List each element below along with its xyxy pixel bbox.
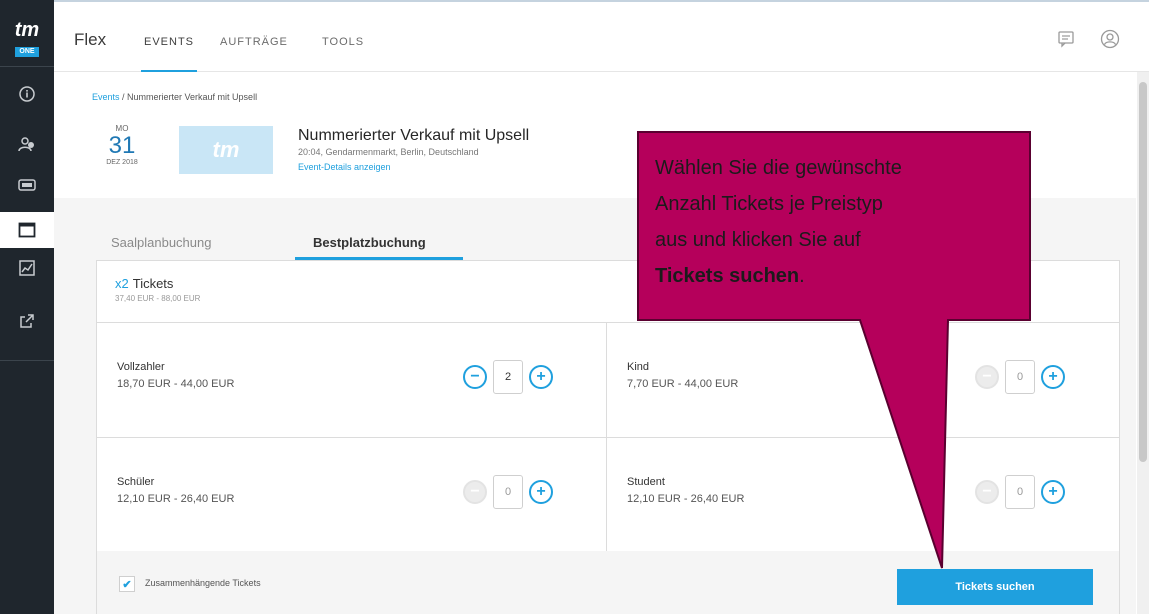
ticket-count-label: Tickets [132, 276, 174, 291]
quantity-field[interactable]: 0 [1005, 475, 1035, 509]
event-location: 20:04, Gendarmenmarkt, Berlin, Deutschla… [298, 147, 479, 157]
tab-bestplatzbuchung[interactable]: Bestplatzbuchung [313, 235, 426, 250]
ticket-selection-panel: x2 Tickets 37,40 EUR - 88,00 EUR Vollzahl… [96, 260, 1120, 614]
user-menu-button[interactable] [1099, 28, 1121, 50]
tab-auftraege[interactable]: AUFTRÄGE [220, 36, 288, 48]
search-tickets-button[interactable]: Tickets suchen [897, 569, 1093, 605]
logo-text: tm [14, 19, 40, 41]
sidebar-item-external[interactable] [0, 303, 54, 339]
increment-button[interactable]: + [529, 365, 553, 389]
price-type-price: 12,10 EUR - 26,40 EUR [117, 493, 235, 505]
external-link-icon [20, 314, 34, 328]
tab-saalplanbuchung[interactable]: Saalplanbuchung [111, 235, 211, 250]
sidebar-item-tickets[interactable] [0, 167, 54, 203]
event-date: MO 31 DEZ 2018 [92, 124, 152, 166]
event-details-link[interactable]: Event-Details anzeigen [298, 162, 391, 172]
app-name: Flex [74, 30, 107, 49]
quantity-field[interactable]: 0 [1005, 360, 1035, 394]
quantity-stepper: − 0 + [975, 474, 1065, 510]
logo-badge: ONE [15, 47, 39, 57]
grid-divider [97, 437, 1119, 438]
ticket-count-value: x2 [115, 276, 129, 291]
callout-line: Tickets suchen. [655, 258, 1005, 294]
price-type-row: Schüler 12,10 EUR - 26,40 EUR − 0 + [97, 438, 605, 552]
decrement-button[interactable]: − [463, 480, 487, 504]
breadcrumb-separator: / [119, 92, 128, 102]
quantity-stepper: − 2 + [463, 359, 553, 395]
breadcrumb: Events / Nummerierter Verkauf mit Upsell [92, 92, 257, 102]
event-day: 31 [108, 132, 136, 159]
event-title: Nummerierter Verkauf mit Upsell [298, 127, 530, 144]
event-image-logo: tm [212, 137, 240, 162]
callout-line: aus und klicken Sie auf [655, 229, 861, 251]
decrement-button[interactable]: − [975, 365, 999, 389]
price-type-price: 18,70 EUR - 44,00 EUR [117, 378, 235, 390]
check-icon: ✔ [122, 578, 132, 591]
price-type-row: Vollzahler 18,70 EUR - 44,00 EUR − 2 + [97, 323, 605, 437]
quantity-stepper: − 0 + [975, 359, 1065, 395]
price-type-price: 7,70 EUR - 44,00 EUR [627, 378, 739, 390]
increment-button[interactable]: + [529, 480, 553, 504]
chat-icon [1058, 31, 1074, 48]
quantity-stepper: − 0 + [463, 474, 553, 510]
scrollbar-thumb[interactable] [1139, 82, 1147, 462]
sidebar-item-users[interactable] [0, 126, 54, 162]
breadcrumb-current: Nummerierter Verkauf mit Upsell [127, 92, 258, 102]
breadcrumb-events-link[interactable]: Events [92, 92, 120, 102]
price-type-name: Kind [627, 361, 650, 373]
sidebar-item-sales[interactable] [0, 212, 54, 248]
decrement-button[interactable]: − [975, 480, 999, 504]
ticket-price-range: 37,40 EUR - 88,00 EUR [115, 294, 201, 303]
user-icon [1100, 29, 1120, 49]
price-type-row: Kind 7,70 EUR - 44,00 EUR − 0 + [607, 323, 1115, 437]
window-icon [18, 222, 36, 238]
tab-events[interactable]: EVENTS [144, 36, 194, 48]
sidebar-divider [0, 360, 54, 361]
sidebar: tm ONE [0, 0, 54, 614]
callout-emphasis: Tickets suchen [655, 265, 800, 287]
quantity-field[interactable]: 2 [493, 360, 523, 394]
ticket-icon [18, 179, 36, 191]
page-scrollbar[interactable] [1137, 72, 1149, 614]
chart-icon [19, 260, 35, 276]
price-type-name: Student [627, 476, 665, 488]
sidebar-item-info[interactable] [0, 76, 54, 112]
contiguous-tickets-checkbox[interactable]: ✔ [119, 576, 135, 592]
increment-button[interactable]: + [1041, 365, 1065, 389]
booking-tabs: Saalplanbuchung Bestplatzbuchung [98, 230, 698, 260]
chat-button[interactable] [1055, 28, 1077, 50]
increment-button[interactable]: + [1041, 480, 1065, 504]
price-type-name: Schüler [117, 476, 155, 488]
users-icon [18, 137, 34, 152]
tutorial-callout-text: Wählen Sie die gewünschte Anzahl Tickets… [655, 150, 1005, 294]
price-type-name: Vollzahler [117, 361, 165, 373]
ticket-footer: ✔ Zusammenhängende Tickets Tickets suche… [97, 551, 1119, 614]
price-type-row: Student 12,10 EUR - 26,40 EUR − 0 + [607, 438, 1115, 552]
tab-tools[interactable]: TOOLS [322, 36, 364, 48]
contiguous-tickets-label[interactable]: Zusammenhängende Tickets [145, 578, 261, 588]
decrement-button[interactable]: − [463, 365, 487, 389]
quantity-field[interactable]: 0 [493, 475, 523, 509]
callout-line: Wählen Sie die gewünschte [655, 157, 902, 179]
event-month-year: DEZ 2018 [106, 159, 138, 166]
event-image: tm [179, 126, 273, 174]
sidebar-divider [0, 66, 54, 67]
tm-one-logo[interactable]: tm ONE [9, 19, 45, 57]
price-type-price: 12,10 EUR - 26,40 EUR [627, 493, 745, 505]
ticket-count: x2 Tickets [115, 276, 173, 291]
callout-suffix: . [799, 265, 805, 287]
info-icon [19, 86, 35, 102]
callout-line: Anzahl Tickets je Preistyp [655, 193, 883, 215]
sidebar-item-reports[interactable] [0, 250, 54, 286]
top-navigation: Flex EVENTS AUFTRÄGE TOOLS [54, 0, 1149, 73]
